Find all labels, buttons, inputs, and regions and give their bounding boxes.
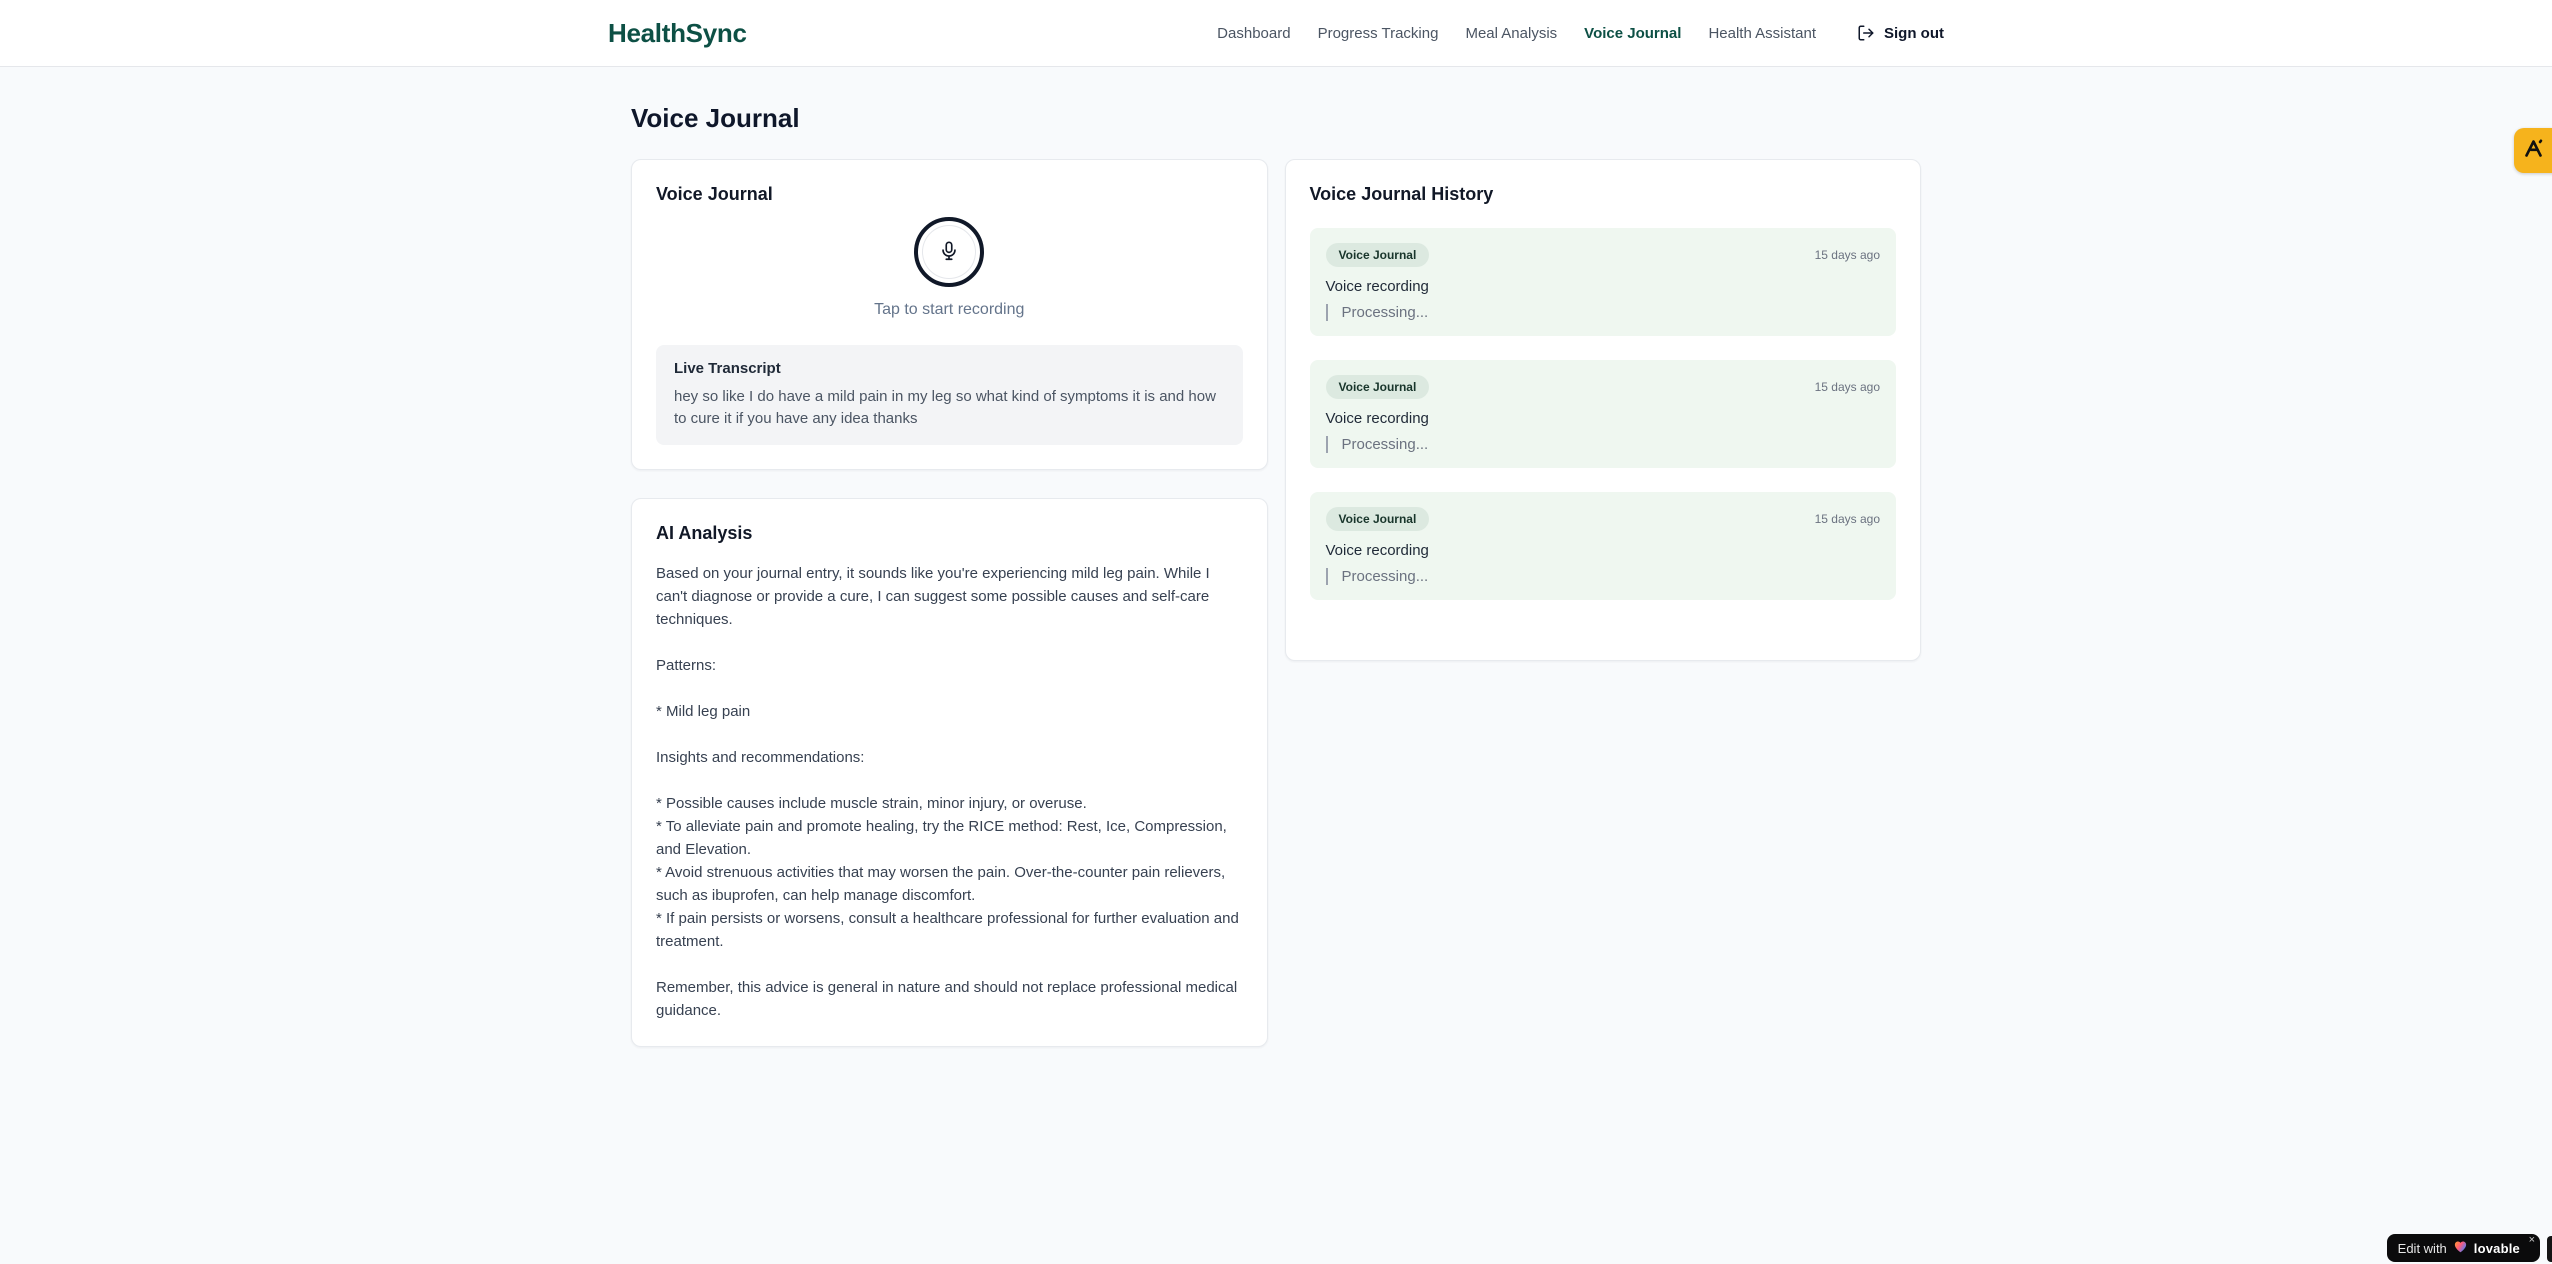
entry-timestamp: 15 days ago <box>1814 512 1880 526</box>
entry-timestamp: 15 days ago <box>1814 380 1880 394</box>
brand-logo[interactable]: HealthSync <box>608 18 747 49</box>
entry-title: Voice recording <box>1325 542 1429 559</box>
nav-item-meal-analysis[interactable]: Meal Analysis <box>1465 25 1557 42</box>
logout-icon <box>1857 24 1875 42</box>
live-transcript-text: hey so like I do have a mild pain in my … <box>674 388 1216 427</box>
edit-with-lovable-badge[interactable]: Edit with lovable × <box>2386 1234 2540 1262</box>
history-card-title: Voice Journal History <box>1309 184 1494 204</box>
voice-journal-history-card: Voice Journal History Voice Journal 15 d… <box>1284 159 1921 661</box>
lovable-brand-label: lovable <box>2473 1240 2520 1256</box>
entry-type-badge: Voice Journal <box>1325 375 1430 399</box>
a-logo-icon <box>2523 138 2544 164</box>
heart-icon <box>2453 1239 2468 1258</box>
history-list: Voice Journal 15 days ago Voice recordin… <box>1309 228 1896 600</box>
entry-status: Processing... <box>1325 436 1881 453</box>
recorder-card-title: Voice Journal <box>656 184 773 204</box>
ai-analysis-body: Based on your journal entry, it sounds l… <box>656 565 1239 1019</box>
main-nav: Dashboard Progress Tracking Meal Analysi… <box>1217 24 1944 42</box>
entry-type-badge: Voice Journal <box>1325 507 1430 531</box>
edit-with-label: Edit with <box>2397 1240 2447 1256</box>
voice-recorder-card: Voice Journal Tap to start recording Liv… <box>631 159 1268 470</box>
history-entry: Voice Journal 15 days ago Voice recordin… <box>1309 228 1896 336</box>
nav-item-progress-tracking[interactable]: Progress Tracking <box>1318 25 1439 42</box>
entry-timestamp: 15 days ago <box>1814 248 1880 262</box>
live-transcript-title: Live Transcript <box>674 360 781 377</box>
microphone-icon <box>938 240 960 265</box>
history-entry: Voice Journal 15 days ago Voice recordin… <box>1309 360 1896 468</box>
entry-status: Processing... <box>1325 568 1881 585</box>
nav-item-dashboard[interactable]: Dashboard <box>1217 25 1290 42</box>
main-content: Voice Journal Voice Journal Tap to start… <box>631 67 1921 1047</box>
side-attribution-badge[interactable] <box>2514 128 2552 173</box>
page-title: Voice Journal <box>631 103 800 133</box>
ai-analysis-card: AI Analysis Based on your journal entry,… <box>631 498 1268 1047</box>
nav-item-health-assistant[interactable]: Health Assistant <box>1708 25 1816 42</box>
sign-out-button[interactable]: Sign out <box>1857 24 1944 42</box>
nav-item-voice-journal[interactable]: Voice Journal <box>1584 25 1681 42</box>
ai-analysis-title: AI Analysis <box>656 523 753 543</box>
entry-type-badge: Voice Journal <box>1325 243 1430 267</box>
record-button[interactable] <box>914 217 985 287</box>
header: HealthSync Dashboard Progress Tracking M… <box>0 0 2552 67</box>
sign-out-label: Sign out <box>1884 24 1944 42</box>
entry-title: Voice recording <box>1325 278 1429 295</box>
live-transcript-box: Live Transcript hey so like I do have a … <box>656 345 1243 445</box>
close-icon[interactable]: × <box>2529 1235 2535 1246</box>
tap-to-record-hint: Tap to start recording <box>874 301 1025 318</box>
entry-title: Voice recording <box>1325 410 1429 427</box>
history-entry: Voice Journal 15 days ago Voice recordin… <box>1309 492 1896 600</box>
corner-badge-sliver <box>2547 1236 2552 1262</box>
entry-status: Processing... <box>1325 304 1881 321</box>
